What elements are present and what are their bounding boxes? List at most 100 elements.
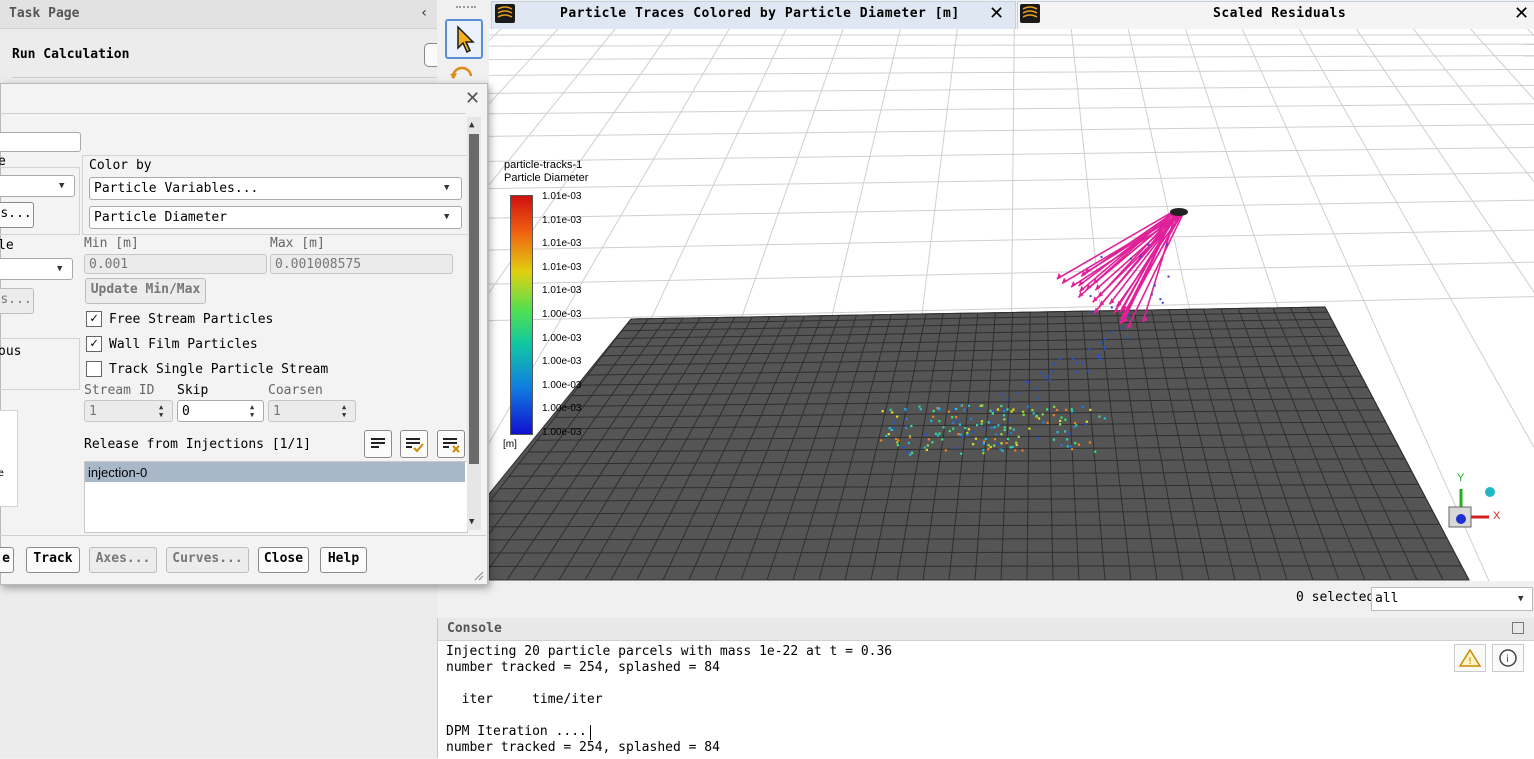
spinner-value: 1 (89, 404, 97, 419)
color-by-quantity-dropdown[interactable]: Particle Diameter ▼ (89, 206, 462, 229)
spinner-arrows-icon[interactable]: ▲▼ (342, 403, 346, 419)
curves-button[interactable]: Curves... (166, 547, 249, 573)
console-header (438, 618, 1534, 641)
chevron-down-icon: ▼ (444, 183, 449, 193)
color-by-label: Color by (89, 158, 152, 173)
legend-subtitle: Particle Diameter (504, 172, 588, 184)
min-value-field[interactable]: 0.001 (84, 254, 267, 274)
divider (0, 113, 466, 114)
legend-tick-label: 1.00e-03 (542, 403, 581, 414)
task-page-title: Task Page (9, 6, 79, 21)
close-button[interactable]: Close (258, 547, 309, 573)
min-label: Min [m] (84, 236, 139, 251)
legend-title: particle-tracks-1 (504, 159, 582, 171)
name-input[interactable] (0, 132, 81, 152)
svg-text:!: ! (1468, 656, 1472, 667)
spinner-value: 0 (182, 404, 190, 419)
list-item-label: injection-0 (88, 465, 147, 480)
info-icon[interactable]: i (1492, 644, 1524, 672)
legend-tick-label: 1.00e-03 (542, 356, 581, 367)
text-cursor (590, 725, 591, 740)
svg-text:i: i (1506, 654, 1509, 665)
pointer-icon[interactable] (445, 19, 483, 59)
legend-tick-label: 1.00e-03 (542, 309, 581, 320)
resize-grip-icon[interactable] (474, 570, 484, 580)
chevron-down-icon: ▼ (57, 264, 62, 274)
track-single-label: Track Single Particle Stream (109, 362, 328, 377)
free-stream-checkbox[interactable]: ✓ (86, 311, 102, 327)
vector-attributes-button[interactable]: s... (0, 288, 34, 314)
spinner-arrows-icon[interactable]: ▲▼ (250, 403, 254, 419)
close-icon[interactable]: ✕ (1514, 3, 1529, 24)
scroll-down-icon[interactable]: ▼ (469, 517, 474, 527)
scrollbar-thumb[interactable] (469, 134, 479, 464)
select-all-icon[interactable] (400, 430, 428, 458)
list-box[interactable] (0, 410, 18, 507)
legend-tick-label: 1.00e-03 (542, 380, 581, 391)
release-injections-label: Release from Injections [1/1] (84, 437, 311, 452)
float-panel-icon[interactable] (1512, 622, 1524, 634)
toolbar-grip-handle[interactable] (456, 6, 476, 14)
update-min-max-button[interactable]: Update Min/Max (85, 278, 206, 304)
attributes-button[interactable]: s... (0, 202, 34, 228)
close-icon[interactable]: ✕ (989, 3, 1004, 24)
divider (0, 535, 486, 536)
legend-tick-label: 1.01e-03 (542, 238, 581, 249)
legend-tick-label: 1.01e-03 (542, 262, 581, 273)
chevron-down-icon: ▼ (1518, 594, 1523, 604)
legend-tick-label: 1.01e-03 (542, 285, 581, 296)
chevron-left-icon[interactable]: ‹ (420, 5, 428, 21)
3d-scene: Y X (489, 29, 1534, 581)
chevron-down-icon: ▼ (444, 212, 449, 222)
wall-film-label: Wall Film Particles (109, 337, 258, 352)
group-label: le (0, 238, 14, 253)
fluent-logo-icon (495, 4, 515, 23)
spinner-value: 1 (273, 404, 281, 419)
dropdown-value: Particle Variables... (94, 181, 258, 196)
legend-tick-label: 1.01e-03 (542, 215, 581, 226)
console-title: Console (447, 621, 502, 636)
group-label: e (0, 154, 6, 169)
help-button[interactable]: Help (320, 547, 367, 573)
max-label: Max [m] (270, 236, 325, 251)
legend-unit: [m] (503, 439, 517, 450)
track-button[interactable]: Track (26, 547, 80, 573)
graphics-viewport[interactable]: Y X (489, 29, 1534, 581)
option-label: ous (0, 344, 21, 359)
color-by-category-dropdown[interactable]: Particle Variables... ▼ (89, 177, 462, 200)
color-legend-bar (510, 195, 533, 435)
wall-film-checkbox[interactable]: ✓ (86, 336, 102, 352)
console-line: number tracked = 254, splashed = 84 (446, 740, 720, 755)
option-label: e (0, 468, 4, 479)
fluent-logo-icon (1020, 4, 1040, 23)
stream-id-spinner[interactable]: 1 ▲▼ (84, 400, 173, 422)
deselect-all-icon[interactable] (437, 430, 465, 458)
style-dropdown[interactable]: ▼ (0, 175, 75, 197)
console-line: DPM Iteration .... (446, 724, 587, 739)
list-all-icon[interactable] (364, 430, 392, 458)
selection-filter-value: all (1375, 591, 1398, 606)
max-value-field[interactable]: 0.001008575 (270, 254, 453, 274)
list-item-selected[interactable]: injection-0 (85, 462, 465, 482)
selection-count: 0 selected (1296, 590, 1374, 605)
close-icon[interactable]: ✕ (465, 88, 480, 109)
vector-style-dropdown[interactable]: ▼ (0, 258, 73, 280)
svg-text:Y: Y (1457, 472, 1465, 484)
console-line: number tracked = 254, splashed = 84 (446, 660, 720, 675)
skip-label: Skip (177, 383, 208, 398)
scroll-up-icon[interactable]: ▲ (469, 120, 474, 130)
save-display-button[interactable]: e (0, 547, 14, 573)
selection-filter-dropdown[interactable]: all ▼ (1371, 587, 1533, 611)
coarsen-spinner[interactable]: 1 ▲▼ (268, 400, 356, 422)
skip-spinner[interactable]: 0 ▲▼ (177, 400, 264, 422)
free-stream-label: Free Stream Particles (109, 312, 273, 327)
tab-title: Scaled Residuals (1213, 6, 1346, 21)
axes-button[interactable]: Axes... (89, 547, 157, 573)
svg-text:X: X (1493, 510, 1501, 522)
dropdown-value: Particle Diameter (94, 210, 227, 225)
spinner-arrows-icon[interactable]: ▲▼ (159, 403, 163, 419)
console-line: iter time/iter (446, 692, 603, 707)
track-single-checkbox[interactable] (86, 361, 102, 377)
warning-icon[interactable]: ! (1454, 644, 1486, 672)
divider (12, 77, 437, 78)
